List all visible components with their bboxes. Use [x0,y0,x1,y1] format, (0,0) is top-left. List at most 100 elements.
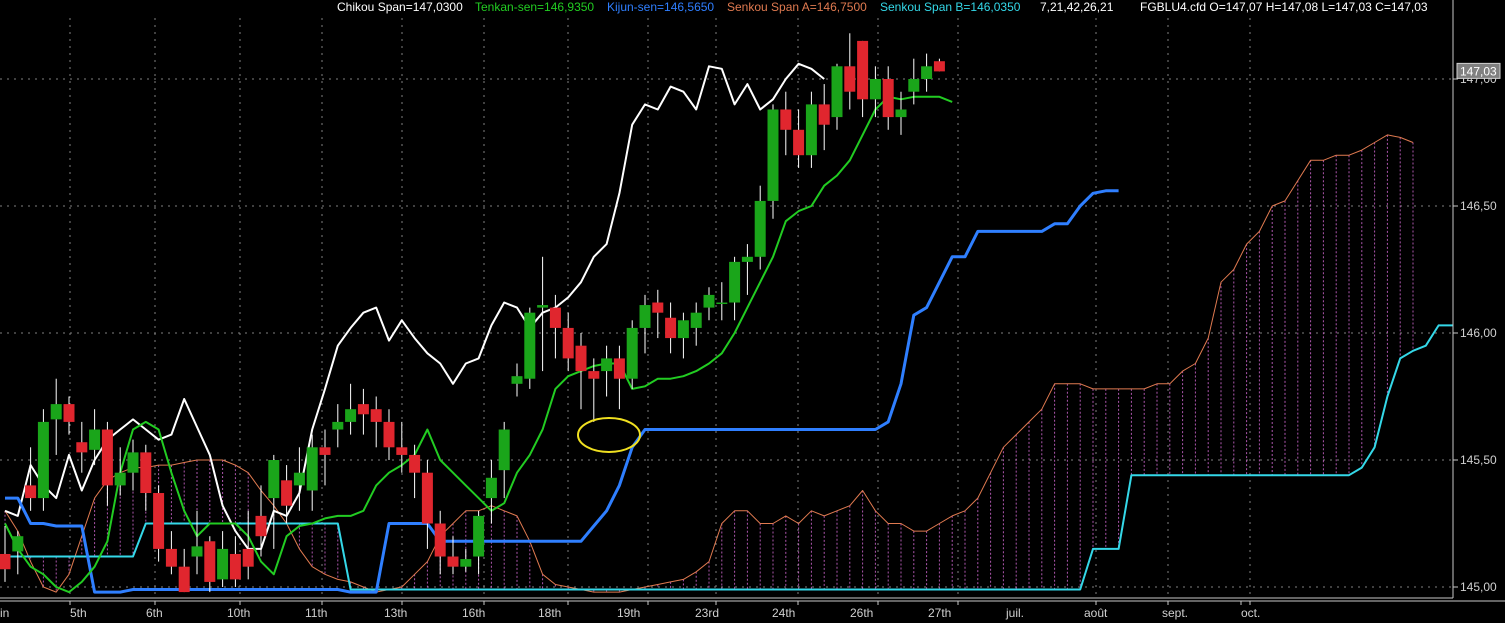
y-tick-label: 145,50 [1460,453,1497,467]
candle [37,409,49,511]
candle [524,307,536,389]
candle-body-up [677,320,689,339]
candle-body-up [485,477,497,499]
candle-body-up [626,327,638,379]
legend-params: 7,21,42,26,21 [1040,0,1114,14]
candle-body-up [473,515,485,557]
candle-body-up [511,376,523,384]
candle-body-up [217,548,229,580]
candle-body-up [12,536,24,552]
candle-body-up [524,312,536,379]
candle-body-down [153,493,165,549]
x-tick-label: 6th [146,606,163,620]
x-tick-label: 18th [538,606,561,620]
candle-body-up [716,302,728,305]
candle-body-down [793,129,805,156]
candle-body-up [895,109,907,118]
candle-body-down [76,442,88,453]
x-tick-label: 24th [772,606,795,620]
candle-body-up [767,109,779,201]
candle-body-down [409,454,421,473]
candle-body-down [434,523,446,557]
candle-body-down [178,566,190,593]
candle-body-down [383,421,395,448]
x-tick-label: 10th [227,606,250,620]
y-axis-panel [1453,0,1505,623]
candle-body-down [882,79,894,118]
candle-body-up [831,66,843,118]
candle-body-down [665,317,677,339]
candle-body-down [165,548,177,567]
candle-body-up [114,472,126,486]
current-price-label: 147,03 [1460,64,1497,78]
x-tick-label: sept. [1162,606,1188,620]
candle-body-up [498,429,510,471]
candle-body-down [396,447,408,455]
candle-body-up [89,429,101,450]
legend-tenkan: Tenkan-sen=146,9350 [475,0,595,14]
candle-body-up [703,294,715,308]
x-tick-label: 13th [384,606,407,620]
candle [626,320,638,389]
candle-body-down [370,409,382,422]
candle-body-down [933,61,945,72]
x-tick-label: 16th [462,606,485,620]
candle-body-down [0,553,11,570]
candle-body-down [549,307,561,328]
candle-body-up [306,447,318,491]
candle-body-up [754,200,766,257]
candle-body-down [421,472,433,524]
candle-body-up [601,358,613,372]
candle-body-up [921,66,933,79]
ichimoku-chart: 145,00145,50146,00146,50147,00in 5th 6th 10… [0,0,1505,623]
candle-body-down [818,104,830,125]
legend-ohlc: FGBLU4.cfd O=147,07 H=147,08 L=147,03 C=… [1140,0,1428,14]
x-tick-label: 27th [928,606,951,620]
candle-body-down [204,541,216,582]
candle-body-down [588,371,600,379]
candle-body-down [447,556,459,567]
candle-body-up [460,559,472,567]
candle-body-up [537,305,549,308]
candle-body-down [844,66,856,92]
candle-body-up [37,421,49,499]
candle-body-up [127,452,139,473]
x-tick-label: 11th [305,606,327,620]
y-tick-label: 146,00 [1460,326,1497,340]
candle-body-up [639,305,651,328]
candle-body-down [652,302,664,313]
legend-chikou: Chikou Span=147,0300 [337,0,463,14]
candle-body-up [293,472,305,486]
y-tick-label: 146,50 [1460,199,1497,213]
candle-body-down [255,515,267,537]
candle-body-up [741,256,753,262]
candle-body-up [268,460,280,499]
candle-body-down [319,447,331,455]
candle-body-down [357,404,369,415]
candle-body-down [101,429,113,486]
candle-body-up [869,79,881,100]
candle-body-down [229,553,241,580]
candle-body-up [805,104,817,156]
legend-senkou-a: Senkou Span A=146,7500 [727,0,867,14]
candle-body-down [780,109,792,130]
x-tick-label: 19th [617,606,640,620]
candle-body-down [140,452,152,494]
candle-body-up [729,261,741,303]
x-tick-label: 23rd [695,606,719,620]
candle-body-down [25,485,37,499]
candle-body-down [857,40,869,100]
candle-body-up [690,312,702,328]
candle-body-up [50,404,62,420]
x-tick-label: juil. [1005,606,1024,620]
candle-body-up [908,79,920,92]
x-tick-label: oct. [1241,606,1260,620]
x-tick-label: 26th [850,606,873,620]
x-tick-label: août [1084,606,1108,620]
x-axis-panel [0,598,1505,623]
candle-body-down [562,327,574,359]
legend-senkou-b: Senkou Span B=146,0350 [880,0,1021,14]
candle-body-up [332,421,344,430]
candle-body-down [242,548,254,567]
y-tick-label: 145,00 [1460,580,1497,594]
